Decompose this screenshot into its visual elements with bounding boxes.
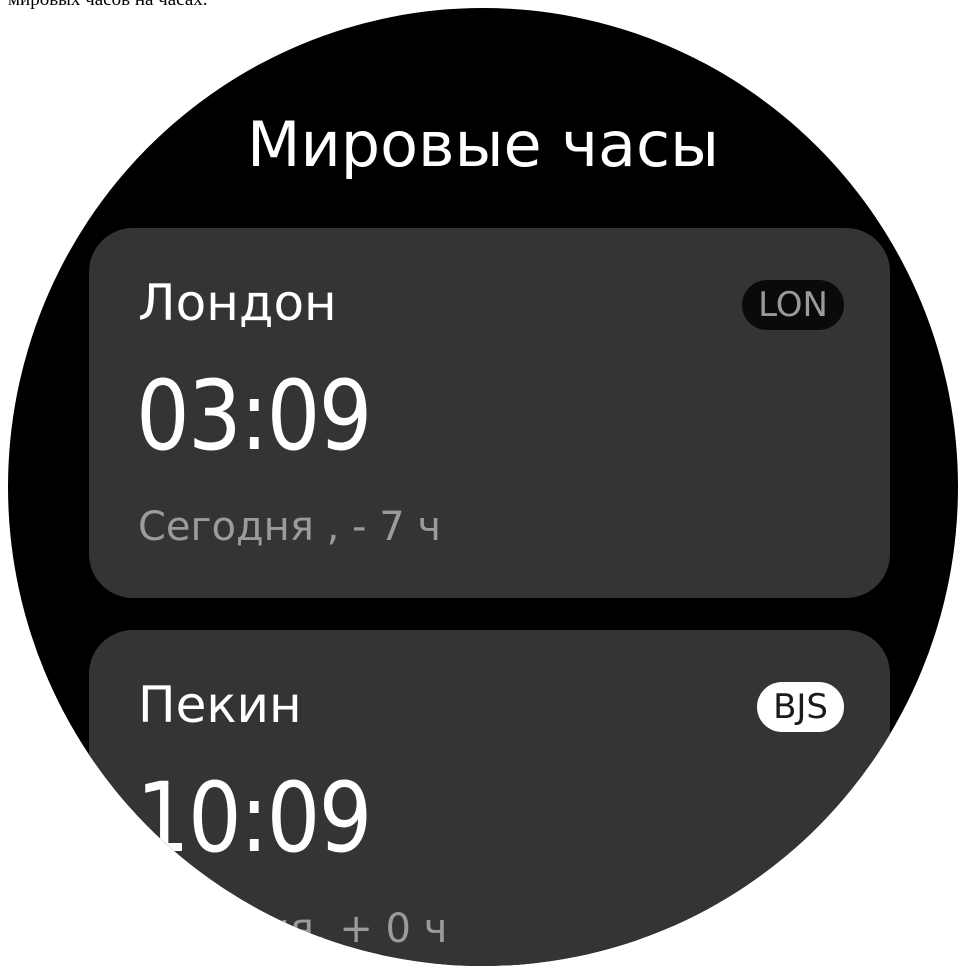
time-offset: Сегодня , - 7 ч <box>138 504 441 550</box>
city-code-badge: LON <box>742 280 844 330</box>
world-clock-card-beijing[interactable]: Пекин BJS 10:09 Сегодня, + 0 ч <box>89 630 890 966</box>
city-time: 03:09 <box>136 360 372 472</box>
city-name: Пекин <box>138 676 302 734</box>
watch-face: Мировые часы Лондон LON 03:09 Сегодня , … <box>8 8 958 966</box>
city-time: 10:09 <box>136 762 372 874</box>
city-code-badge: BJS <box>757 682 844 732</box>
world-clock-card-london[interactable]: Лондон LON 03:09 Сегодня , - 7 ч <box>89 228 890 598</box>
page-title: Мировые часы <box>246 108 720 181</box>
city-name: Лондон <box>138 274 337 332</box>
time-offset: Сегодня, + 0 ч <box>138 906 448 952</box>
document-caption: мировых часов на часах. <box>8 0 208 11</box>
